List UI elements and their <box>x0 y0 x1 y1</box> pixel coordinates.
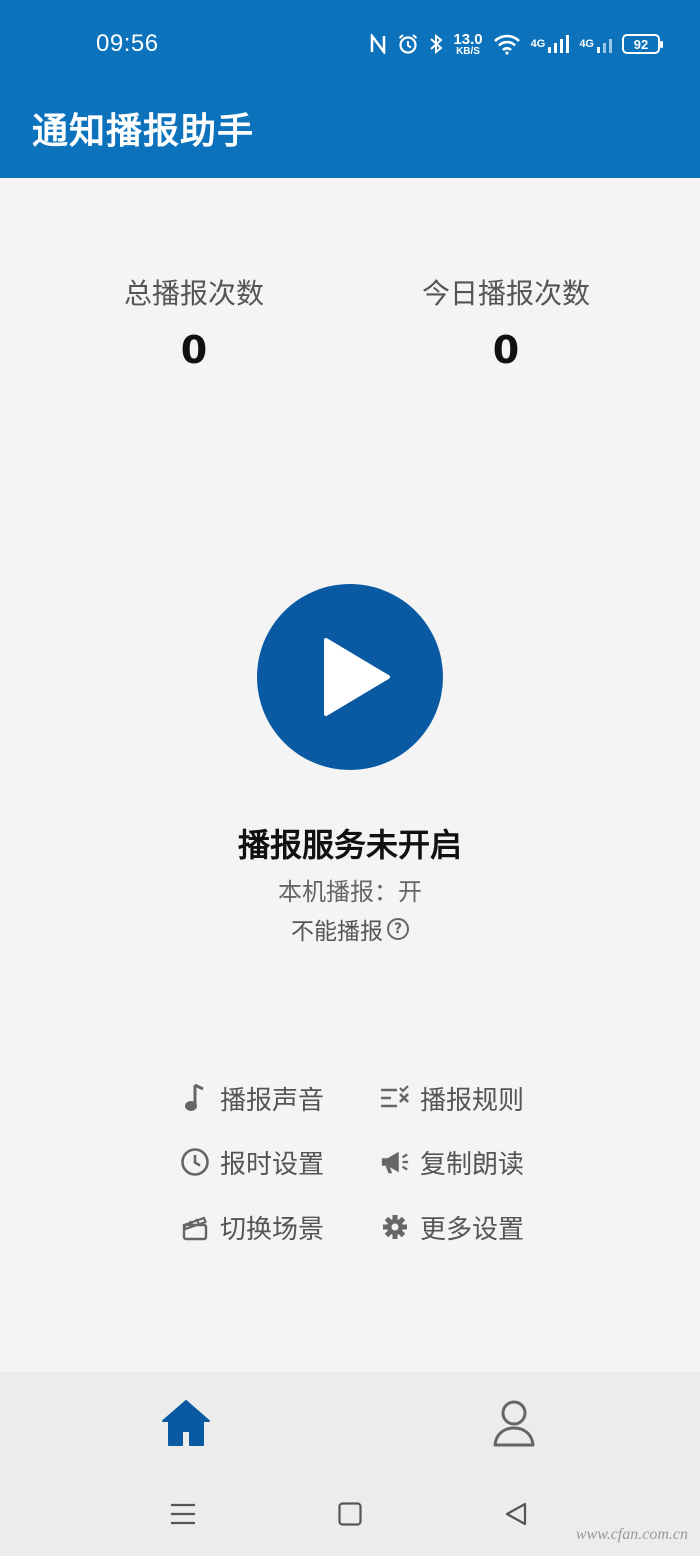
music-note-icon <box>180 1083 210 1113</box>
signal-label: 4G <box>579 38 594 50</box>
play-icon <box>324 638 390 716</box>
watermark: www.cfan.com.cn <box>575 1526 688 1543</box>
menu-time-settings[interactable]: 报时设置 <box>180 1142 324 1182</box>
wifi-icon <box>493 33 521 55</box>
today-count-stat: 今日播报次数 0 <box>386 272 626 372</box>
today-count-label: 今日播报次数 <box>421 277 590 310</box>
menu-copy-read[interactable]: 复制朗读 <box>380 1142 524 1182</box>
home-system-button[interactable] <box>330 1496 370 1532</box>
recent-apps-button[interactable] <box>163 1496 203 1532</box>
menu-more-settings[interactable]: 更多设置 <box>380 1207 524 1247</box>
back-system-button[interactable] <box>496 1496 536 1532</box>
clapperboard-icon <box>180 1212 210 1242</box>
status-time: 09:56 <box>96 30 159 57</box>
status-bar: 09:56 13.0 KB/S 4G 4G 92 <box>0 0 700 90</box>
user-icon <box>493 1400 535 1447</box>
menu-broadcast-sound[interactable]: 播报声音 <box>180 1078 324 1118</box>
service-status: 播报服务未开启 <box>237 826 462 864</box>
help-icon[interactable]: ? <box>387 918 409 940</box>
clock-icon <box>180 1147 210 1177</box>
menu-switch-scene[interactable]: 切换场景 <box>180 1207 324 1247</box>
net-speed: 13.0 KB/S <box>453 32 482 57</box>
menu-copy-read-label: 复制朗读 <box>420 1149 525 1180</box>
megaphone-icon <box>380 1147 410 1177</box>
nav-profile-tab[interactable] <box>488 1398 540 1448</box>
home-icon <box>162 1400 210 1446</box>
net-speed-value: 13.0 <box>453 30 483 48</box>
signal-icon: 4G <box>531 34 570 54</box>
menu-time-settings-label: 报时设置 <box>220 1149 325 1180</box>
menu-broadcast-rules-label: 播报规则 <box>420 1085 525 1116</box>
today-count-value: 0 <box>492 328 520 372</box>
menu-switch-scene-label: 切换场景 <box>220 1214 325 1245</box>
alarm-icon <box>397 33 419 55</box>
back-triangle-icon <box>505 1502 527 1526</box>
nav-home-tab[interactable] <box>160 1398 212 1448</box>
signal-label: 4G <box>530 38 546 50</box>
play-button[interactable] <box>257 584 443 770</box>
menu-lines-icon <box>171 1503 195 1525</box>
bottom-nav <box>0 1372 700 1472</box>
square-icon <box>338 1502 362 1526</box>
signal-icon: 4G <box>579 34 612 54</box>
status-icons: 13.0 KB/S 4G 4G 92 <box>369 26 663 62</box>
total-count-stat: 总播报次数 0 <box>74 272 314 372</box>
total-count-value: 0 <box>180 328 208 372</box>
total-count-label: 总播报次数 <box>123 277 264 310</box>
cannot-broadcast-link[interactable]: 不能播报 ? <box>0 912 700 946</box>
cannot-broadcast-text: 不能播报 <box>291 919 383 945</box>
local-broadcast-status: 本机播报：开 <box>278 878 422 906</box>
gear-icon <box>380 1212 410 1242</box>
net-speed-unit: KB/S <box>456 45 480 57</box>
menu-broadcast-rules[interactable]: 播报规则 <box>380 1078 524 1118</box>
menu-more-settings-label: 更多设置 <box>420 1214 525 1245</box>
menu-broadcast-sound-label: 播报声音 <box>220 1085 325 1116</box>
app-title: 通知播报助手 <box>32 111 255 152</box>
battery-icon: 92 <box>622 34 663 54</box>
rules-list-icon <box>380 1083 410 1113</box>
bluetooth-icon <box>429 33 443 55</box>
nfc-icon <box>369 34 387 54</box>
